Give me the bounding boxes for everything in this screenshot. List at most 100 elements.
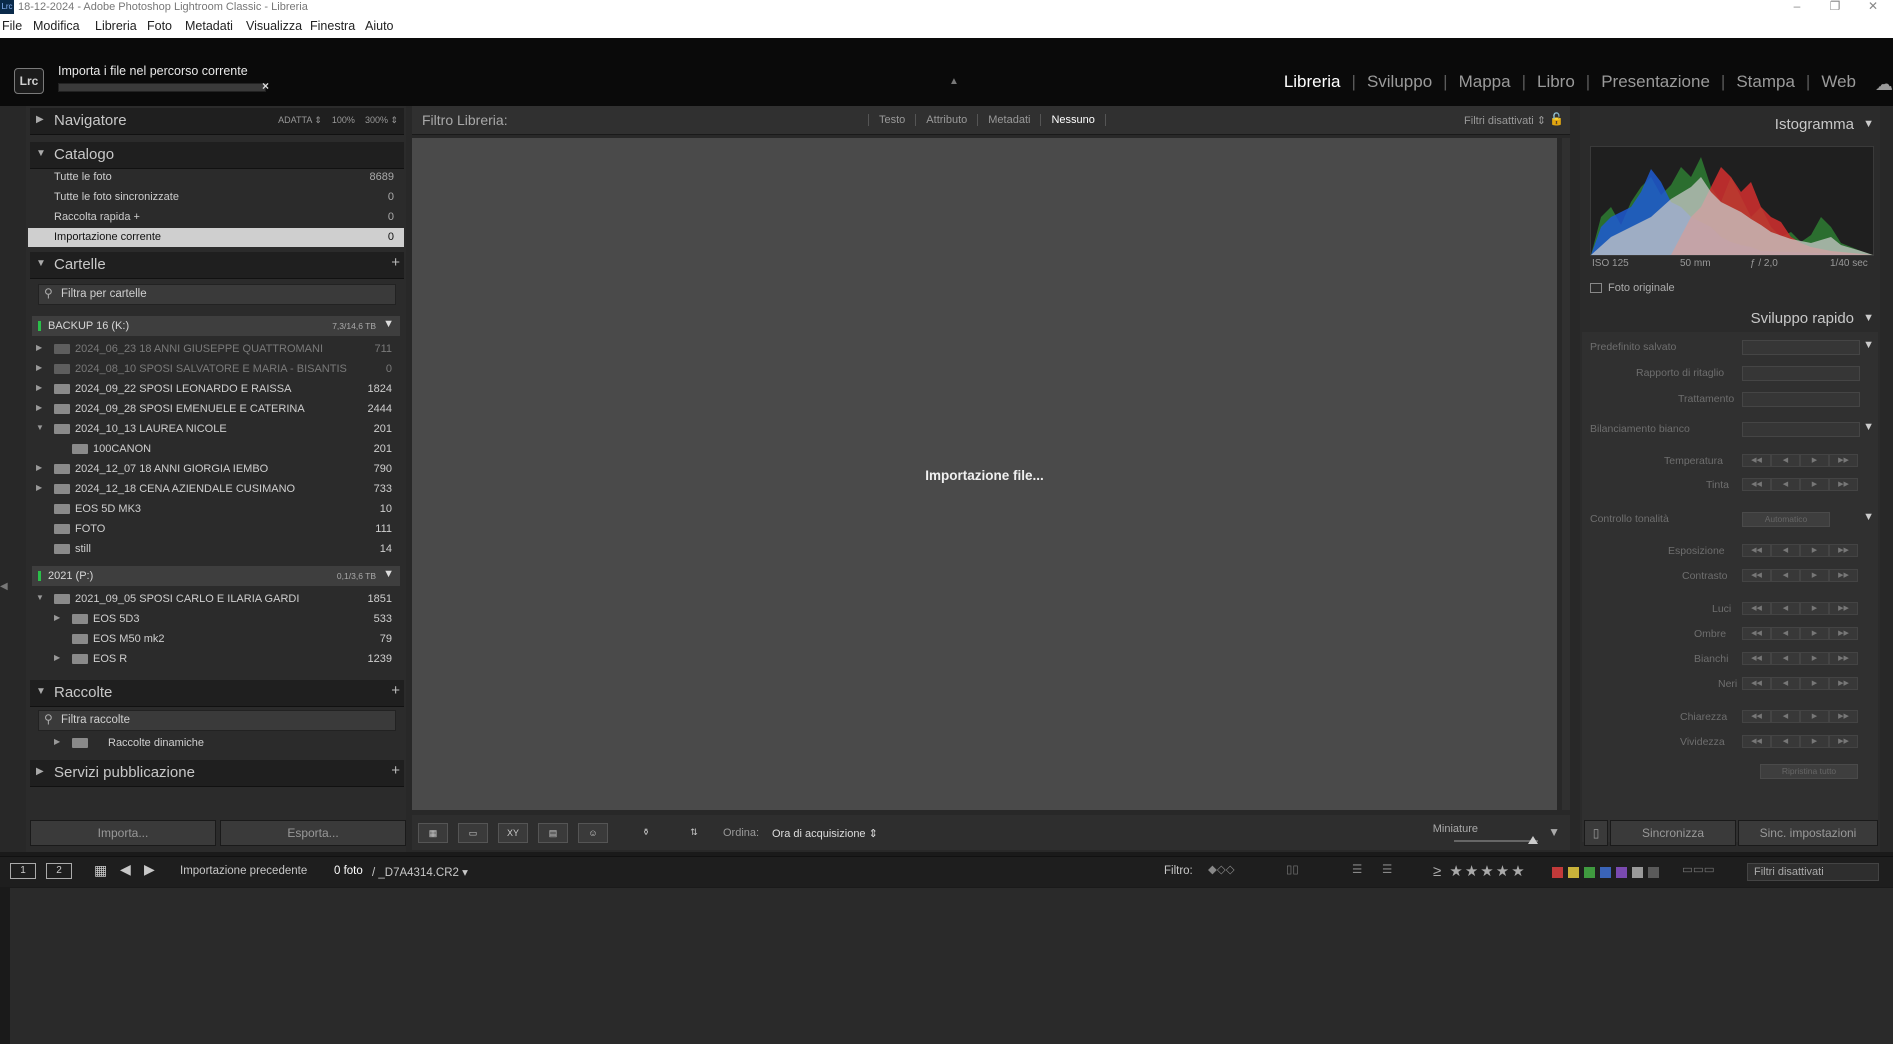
catalog-item[interactable]: Raccolta rapida + 0 [28,208,404,227]
color-label-green[interactable] [1584,867,1595,878]
filter-attribute-tab[interactable]: Attributo [915,114,977,126]
toolbar-options-icon[interactable]: ▼ [1548,825,1560,839]
folder-row[interactable]: ▶ 2024_12_07 18 ANNI GIORGIA IEMBO 790 [32,460,400,479]
rating-filter-stars[interactable]: ≥ ★★★★★ [1433,862,1527,880]
original-photo-checkbox[interactable]: Foto originale [1590,282,1675,294]
white-balance-dropdown[interactable] [1742,422,1860,437]
shadows-stepper[interactable]: ◀◀ ◀ ▶ ▶▶ [1742,627,1858,640]
menu-modifica[interactable]: Modifica [33,19,80,33]
catalog-header[interactable]: ▼ Catalogo [30,142,404,169]
collapse-triangle-icon[interactable]: ▼ [1863,421,1874,433]
window-2-button[interactable]: 2 [46,863,72,879]
sync-button[interactable]: Sincronizza [1610,820,1736,846]
menu-visualizza[interactable]: Visualizza [246,19,302,33]
grid-icon[interactable]: ▦ [94,862,107,879]
collapse-triangle-icon[interactable]: ▼ [36,148,46,159]
module-sviluppo[interactable]: Sviluppo [1356,72,1443,92]
collapse-triangle-icon[interactable]: ▼ [383,568,394,580]
module-stampa[interactable]: Stampa [1725,72,1806,92]
filter-text-tab[interactable]: Testo [868,114,915,126]
flag-filter-icon[interactable]: ◆◇◇ [1208,862,1235,876]
exposure-stepper[interactable]: ◀◀ ◀ ▶ ▶▶ [1742,544,1858,557]
menu-foto[interactable]: Foto [147,19,172,33]
sync-settings-button[interactable]: Sinc. impostazioni [1738,820,1878,846]
sliders-filter-icon[interactable]: ☰ [1352,862,1362,876]
vibrance-stepper[interactable]: ◀◀ ◀ ▶ ▶▶ [1742,735,1858,748]
add-collection-icon[interactable]: + [391,682,400,699]
cancel-import-button[interactable]: × [262,79,269,93]
module-mappa[interactable]: Mappa [1448,72,1522,92]
expand-triangle-icon[interactable]: ▶ [36,766,44,777]
module-presentazione[interactable]: Presentazione [1590,72,1721,92]
collapse-triangle-icon[interactable]: ▼ [36,686,46,697]
close-window-button[interactable]: ✕ [1853,0,1893,14]
blacks-stepper[interactable]: ◀◀ ◀ ▶ ▶▶ [1742,677,1858,690]
auto-tone-button[interactable]: Automatico [1742,512,1830,527]
subfolder-row[interactable]: 100CANON 201 [32,440,400,459]
module-web[interactable]: Web [1810,72,1867,92]
reset-all-button[interactable]: Ripristina tutto [1760,764,1858,779]
cloud-icon[interactable]: ☁ [1875,74,1893,95]
grid-scrollbar[interactable] [1562,138,1570,810]
module-libreria[interactable]: Libreria [1273,72,1352,92]
expand-triangle-icon[interactable]: ▶ [36,114,44,125]
folder-row[interactable]: ▶ 2024_09_22 SPOSI LEONARDO E RAISSA 1824 [32,380,400,399]
color-label-red[interactable] [1552,867,1563,878]
edit-filter-icon[interactable]: ▯▯ [1286,862,1299,876]
collapse-left-panel-icon[interactable]: ◀ [0,581,8,592]
volume-header[interactable]: BACKUP 16 (K:) 7,3/14,6 TB ▼ [32,316,400,336]
collapse-top-panel-icon[interactable]: ▲ [949,76,959,87]
treatment-dropdown[interactable] [1742,392,1860,407]
collapse-triangle-icon[interactable]: ▼ [383,318,394,330]
sliders-off-filter-icon[interactable]: ☰ [1382,862,1392,876]
histogram-header[interactable]: Istogramma ▼ [1580,112,1880,138]
thumbnail-size-slider[interactable] [1454,836,1538,844]
grid-view[interactable]: Importazione file... [412,138,1557,810]
collapse-triangle-icon[interactable]: ▼ [1863,511,1874,523]
catalog-item[interactable]: Tutte le foto 8689 [28,168,404,187]
back-arrow-icon[interactable]: ◀ [120,861,131,878]
filter-preset-dropdown[interactable]: Filtri disattivati ⇕ [1464,114,1546,127]
add-publish-service-icon[interactable]: + [391,762,400,779]
folder-row[interactable]: ▼ 2024_10_13 LAUREA NICOLE 201 [32,420,400,439]
painter-icon[interactable]: ⚱ [637,823,655,841]
add-folder-icon[interactable]: + [391,254,400,271]
filmstrip-source[interactable]: Importazione precedente [180,865,307,877]
forward-arrow-icon[interactable]: ▶ [144,861,155,878]
highlights-stepper[interactable]: ◀◀ ◀ ▶ ▶▶ [1742,602,1858,615]
menu-aiuto[interactable]: Aiuto [365,19,394,33]
color-label-purple[interactable] [1616,867,1627,878]
folder-row[interactable]: ▶ 2024_12_18 CENA AZIENDALE CUSIMANO 733 [32,480,400,499]
maximize-button[interactable]: ❐ [1815,0,1855,14]
people-view-icon[interactable]: ☺ [578,823,608,843]
catalog-item-selected[interactable]: Importazione corrente 0 [28,228,404,247]
publish-services-header[interactable]: ▶ Servizi pubblicazione + [30,760,404,787]
folder-row[interactable]: ▶ 2024_08_10 SPOSI SALVATORE E MARIA - BI… [32,360,400,379]
module-libro[interactable]: Libro [1526,72,1586,92]
folder-row[interactable]: still 14 [32,540,400,559]
survey-view-icon[interactable]: ▤ [538,823,568,843]
quick-develop-header[interactable]: Sviluppo rapido ▼ [1580,306,1880,332]
kind-filter-icon[interactable]: ▭▭▭ [1682,862,1715,876]
collapse-triangle-icon[interactable]: ▼ [1863,118,1874,130]
color-label-custom[interactable] [1632,867,1643,878]
whites-stepper[interactable]: ◀◀ ◀ ▶ ▶▶ [1742,652,1858,665]
sync-toggle-icon[interactable]: ▯ [1584,820,1608,846]
contrast-stepper[interactable]: ◀◀ ◀ ▶ ▶▶ [1742,569,1858,582]
checkbox-icon[interactable] [1590,283,1602,294]
lrc-logo[interactable]: Lrc [14,68,44,94]
menu-libreria[interactable]: Libreria [95,19,137,33]
minimize-button[interactable]: – [1777,0,1817,14]
clarity-stepper[interactable]: ◀◀ ◀ ▶ ▶▶ [1742,710,1858,723]
collapse-triangle-icon[interactable]: ▼ [36,258,46,269]
menu-metadati[interactable]: Metadati [185,19,233,33]
loupe-view-icon[interactable]: ▭ [458,823,488,843]
export-button[interactable]: Esporta... [220,820,406,846]
zoom-fit-option[interactable]: ADATTA ⇕ [278,115,322,125]
grid-view-icon[interactable]: ▦ [418,823,448,843]
folder-row[interactable]: ▶ 2024_06_23 18 ANNI GIUSEPPE QUATTROMANI… [32,340,400,359]
sort-direction-icon[interactable]: ⇅ [680,823,708,841]
slider-knob[interactable] [1528,836,1538,844]
color-label-yellow[interactable] [1568,867,1579,878]
filmstrip[interactable] [10,888,1893,1044]
